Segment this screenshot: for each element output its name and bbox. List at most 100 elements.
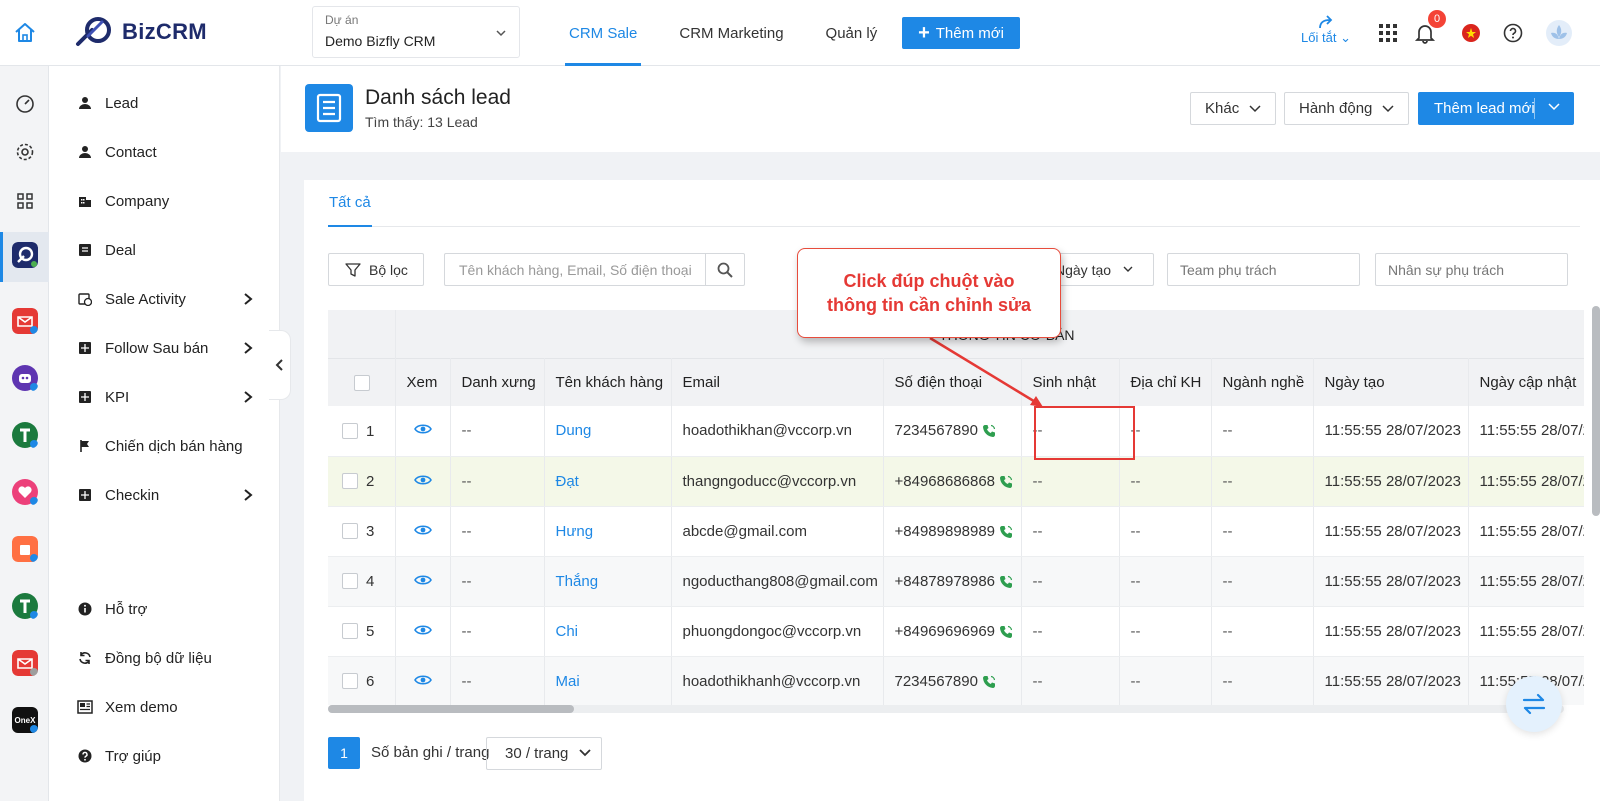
phone-icon[interactable] [999, 475, 1013, 489]
updated-date-cell[interactable]: 11:55:55 28/07/2023 [1468, 506, 1584, 557]
table-row[interactable]: 3 -- Hưng abcde@gmail.com +84989898989 -- -- --… [328, 506, 1584, 557]
updated-date-cell[interactable]: 11:55:55 28/07/2023 [1468, 606, 1584, 657]
search-button[interactable] [705, 253, 745, 286]
vertical-scrollbar-thumb[interactable] [1592, 306, 1600, 516]
sidebar-item-deal[interactable]: Deal [49, 230, 280, 270]
heart-app-icon[interactable] [12, 479, 38, 505]
column-header-customer-name[interactable]: Tên khách hàng [544, 357, 672, 406]
customer-name-link[interactable]: Dung [544, 406, 672, 457]
created-date-cell[interactable]: 11:55:55 28/07/2023 [1313, 506, 1469, 557]
task2-app-icon[interactable] [12, 593, 38, 619]
sidebar-item-lead[interactable]: Lead [49, 83, 280, 123]
email-cell[interactable]: phuongdongoc@vccorp.vn [671, 606, 884, 657]
email-cell[interactable]: ngoducthang808@gmail.com [671, 556, 884, 607]
add-new-button[interactable]: + Thêm mới [902, 17, 1020, 49]
sidebar-item-help[interactable]: Trợ giúp [49, 736, 280, 776]
customer-name-link[interactable]: Hưng [544, 506, 672, 557]
sidebar-item-sale-activity[interactable]: Sale Activity [49, 279, 280, 319]
select-all-checkbox[interactable] [328, 357, 396, 406]
eye-icon[interactable] [413, 674, 432, 686]
row-checkbox[interactable] [342, 573, 358, 590]
eye-icon[interactable] [413, 524, 432, 536]
apps-grid-icon[interactable] [1377, 22, 1399, 44]
shop-app-icon[interactable] [12, 536, 38, 562]
row-select-cell[interactable]: 1 [328, 406, 396, 457]
eye-icon[interactable] [413, 474, 432, 486]
address-cell[interactable]: -- [1119, 456, 1212, 507]
sidebar-item-view-demo[interactable]: Xem demo [49, 687, 280, 727]
table-row[interactable]: 4 -- Thắng ngoducthang808@gmail.com +8487897… [328, 556, 1584, 607]
help-circle-icon[interactable] [1502, 22, 1524, 44]
table-row[interactable]: 1 -- Dung hoadothikhan@vccorp.vn 7234567890-… [328, 406, 1584, 457]
title-cell[interactable]: -- [450, 406, 545, 457]
phone-icon[interactable] [999, 625, 1013, 639]
updated-date-cell[interactable]: 11:55:55 28/07/2023 [1468, 456, 1584, 507]
eye-icon[interactable] [413, 423, 432, 435]
mail2-app-icon[interactable] [12, 650, 38, 676]
row-checkbox[interactable] [342, 523, 358, 540]
phone-cell[interactable]: 7234567890 [883, 656, 1022, 705]
phone-icon[interactable] [982, 675, 996, 689]
title-cell[interactable]: -- [450, 656, 545, 705]
phone-cell[interactable]: +84989898989 [883, 506, 1022, 557]
nav-crm-sale[interactable]: CRM Sale [548, 0, 658, 66]
page-number-button[interactable]: 1 [328, 737, 360, 769]
industry-cell[interactable]: -- [1211, 406, 1314, 457]
industry-cell[interactable]: -- [1211, 456, 1314, 507]
industry-cell[interactable]: -- [1211, 556, 1314, 607]
row-checkbox[interactable] [342, 623, 358, 640]
row-checkbox[interactable] [342, 423, 358, 440]
onex-app-icon[interactable]: OneX [12, 707, 38, 733]
created-date-cell[interactable]: 11:55:55 28/07/2023 [1313, 656, 1469, 705]
column-header-birthday[interactable]: Sinh nhật [1021, 357, 1120, 406]
eye-icon[interactable] [413, 574, 432, 586]
view-cell[interactable] [395, 656, 451, 705]
view-cell[interactable] [395, 556, 451, 607]
row-checkbox[interactable] [342, 673, 358, 690]
sidebar-item-kpi[interactable]: KPI [49, 377, 280, 417]
customer-name-link[interactable]: Đạt [544, 456, 672, 507]
column-header-email[interactable]: Email [671, 357, 884, 406]
task-app-icon[interactable] [12, 422, 38, 448]
table-row[interactable]: 5 -- Chi phuongdongoc@vccorp.vn +84969696969… [328, 606, 1584, 657]
sidebar-item-checkin[interactable]: Checkin [49, 475, 280, 515]
filter-button[interactable]: Bộ lọc [328, 253, 424, 286]
chatbot-app-icon[interactable] [12, 365, 38, 391]
created-date-cell[interactable]: 11:55:55 28/07/2023 [1313, 456, 1469, 507]
project-select[interactable]: Dự án Demo Bizfly CRM [312, 6, 520, 58]
birthday-cell[interactable]: -- [1021, 556, 1120, 607]
eye-icon[interactable] [413, 624, 432, 636]
shortcut-button[interactable]: Lối tắt ⌄ [1296, 14, 1356, 54]
row-select-cell[interactable]: 5 [328, 606, 396, 657]
phone-cell[interactable]: 7234567890 [883, 406, 1022, 457]
gear-icon[interactable] [12, 139, 38, 165]
customer-name-link[interactable]: Chi [544, 606, 672, 657]
sidebar-collapse-handle[interactable] [269, 330, 291, 400]
row-select-cell[interactable]: 2 [328, 456, 396, 507]
brand-logo[interactable]: BizCRM [72, 14, 207, 50]
column-header-address[interactable]: Địa chỉ KH [1119, 357, 1212, 406]
action-button[interactable]: Hành động [1284, 92, 1410, 125]
mail-app-icon[interactable] [12, 308, 38, 334]
tab-all[interactable]: Tất cả [328, 194, 372, 227]
address-cell[interactable]: -- [1119, 506, 1212, 557]
email-cell[interactable]: hoadothikhanh@vccorp.vn [671, 656, 884, 705]
industry-cell[interactable]: -- [1211, 606, 1314, 657]
row-select-cell[interactable]: 3 [328, 506, 396, 557]
address-cell[interactable]: -- [1119, 606, 1212, 657]
view-cell[interactable] [395, 456, 451, 507]
other-button[interactable]: Khác [1190, 92, 1277, 125]
home-icon[interactable] [12, 20, 38, 46]
sidebar-item-contact[interactable]: Contact [49, 132, 280, 172]
updated-date-cell[interactable]: 11:55:55 28/07/2023 [1468, 556, 1584, 607]
address-cell[interactable]: -- [1119, 656, 1212, 705]
phone-icon[interactable] [999, 575, 1013, 589]
column-header-updated-date[interactable]: Ngày cập nhật [1468, 357, 1584, 406]
phone-icon[interactable] [982, 424, 996, 438]
phone-cell[interactable]: +84968686868 [883, 456, 1022, 507]
search-input[interactable] [444, 253, 706, 286]
phone-icon[interactable] [999, 525, 1013, 539]
customer-name-link[interactable]: Mai [544, 656, 672, 705]
view-cell[interactable] [395, 506, 451, 557]
user-avatar[interactable] [1545, 19, 1573, 47]
